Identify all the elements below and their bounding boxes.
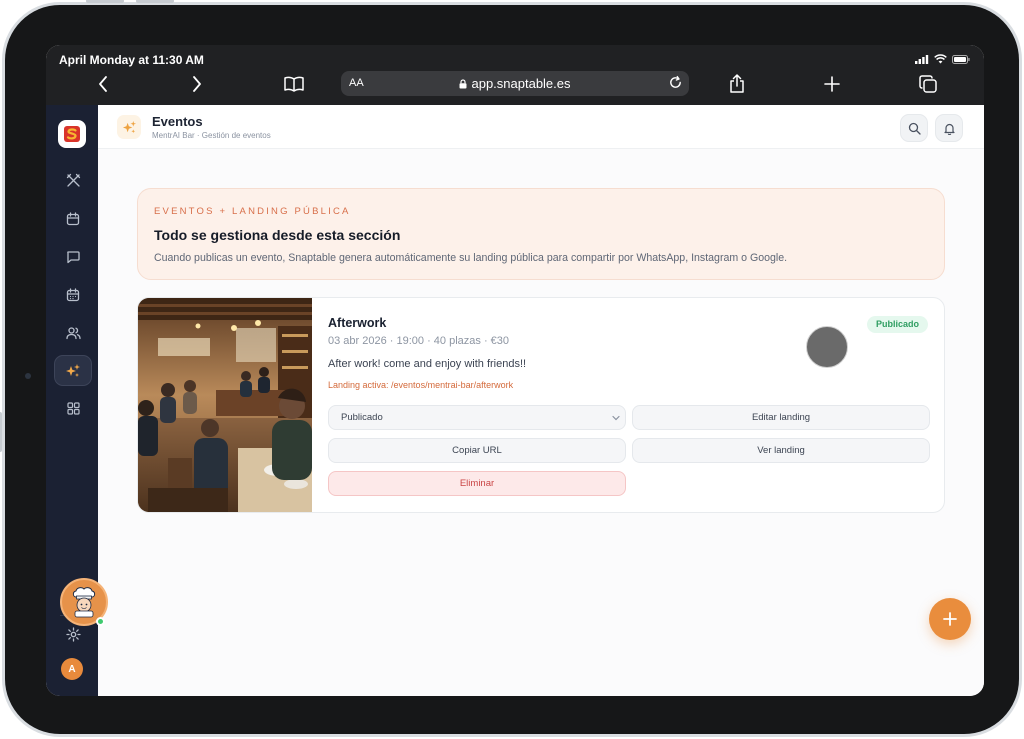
copy-url-button[interactable]: Copiar URL <box>328 438 626 463</box>
chevron-down-icon <box>612 415 620 421</box>
notifications-button[interactable] <box>935 114 963 142</box>
page-title: Eventos <box>152 114 203 129</box>
app-logo[interactable] <box>58 120 86 148</box>
edit-landing-button[interactable]: Editar landing <box>632 405 930 430</box>
url-text: app.snaptable.es <box>471 76 571 91</box>
page-header: Eventos MentrAI Bar · Gestión de eventos <box>98 105 984 149</box>
chevron-left-icon <box>99 76 107 92</box>
book-icon <box>284 76 304 92</box>
volume-button <box>136 0 174 3</box>
sidebar-item-reservations[interactable] <box>54 203 92 234</box>
user-avatar[interactable]: A <box>61 658 83 680</box>
plus-icon <box>824 76 840 92</box>
front-camera <box>25 373 31 379</box>
plus-icon <box>943 612 957 626</box>
reload-icon <box>670 75 681 88</box>
lock-icon <box>459 79 467 89</box>
event-card: Afterwork 03 abr 2026 · 19:00 · 40 plaza… <box>137 297 945 513</box>
ipad-frame: April Monday at 11:30 AM AA app.snaptabl… <box>0 0 1022 737</box>
touch-indicator <box>806 326 848 368</box>
status-select[interactable]: Publicado <box>328 405 626 430</box>
users-icon <box>65 326 81 339</box>
share-button[interactable] <box>726 69 748 99</box>
sidebar-item-messages[interactable] <box>54 241 92 272</box>
snaptable-logo-icon <box>64 126 80 142</box>
event-name: Afterwork <box>328 316 387 330</box>
sidebar-item-menu[interactable] <box>54 165 92 196</box>
tabs-icon <box>919 75 937 93</box>
sidebar-item-events[interactable] <box>54 355 92 386</box>
online-indicator <box>96 617 105 626</box>
event-description: After work! come and enjoy with friends!… <box>328 358 527 370</box>
event-meta: 03 abr 2026 · 19:00 · 40 plazas · €30 <box>328 335 510 347</box>
event-landing-path[interactable]: Landing activa: /eventos/mentrai-bar/aft… <box>328 380 513 390</box>
search-icon <box>908 122 921 135</box>
grid-icon <box>66 402 80 415</box>
volume-button <box>86 0 124 3</box>
event-photo <box>138 298 312 512</box>
chat-icon <box>67 250 80 263</box>
sparkles-icon <box>66 363 80 377</box>
status-time: April Monday at 11:30 AM <box>59 53 204 67</box>
info-banner: EVENTOS + LANDING PÚBLICA Todo se gestio… <box>137 188 945 280</box>
sidebar-item-dashboard[interactable] <box>54 393 92 424</box>
signal-icon <box>915 54 929 64</box>
bell-icon <box>943 123 955 135</box>
screen: April Monday at 11:30 AM AA app.snaptabl… <box>46 45 984 696</box>
utensils-icon <box>66 173 80 187</box>
view-landing-button[interactable]: Ver landing <box>632 438 930 463</box>
chevron-right-icon <box>193 76 201 92</box>
tabs-button[interactable] <box>916 69 940 99</box>
forward-button[interactable] <box>186 69 208 99</box>
battery-icon <box>952 54 970 64</box>
page-icon <box>117 115 141 139</box>
calendar-icon <box>66 211 80 225</box>
side-button <box>0 412 2 452</box>
status-badge: Publicado <box>866 316 928 333</box>
status-icons <box>915 54 970 64</box>
reload-button[interactable] <box>668 75 683 93</box>
sparkles-icon <box>122 120 136 133</box>
banner-eyebrow: EVENTOS + LANDING PÚBLICA <box>154 206 351 217</box>
chef-avatar-icon <box>72 587 96 618</box>
add-event-button[interactable] <box>929 598 971 640</box>
banner-heading: Todo se gestiona desde esta sección <box>154 227 401 243</box>
share-icon <box>730 74 744 93</box>
browser-toolbar: April Monday at 11:30 AM AA app.snaptabl… <box>46 45 984 105</box>
delete-button[interactable]: Eliminar <box>328 471 626 496</box>
main-content: Eventos MentrAI Bar · Gestión de eventos… <box>98 105 984 696</box>
address-bar[interactable]: AA app.snaptable.es <box>341 71 689 96</box>
wifi-icon <box>934 54 947 64</box>
banner-description: Cuando publicas un evento, Snaptable gen… <box>154 252 788 264</box>
page-subtitle: MentrAI Bar · Gestión de eventos <box>152 131 271 140</box>
gear-icon <box>65 627 81 642</box>
bookmarks-button[interactable] <box>281 69 307 99</box>
sidebar-item-schedule[interactable] <box>54 279 92 310</box>
new-tab-button[interactable] <box>821 69 843 99</box>
url-display: app.snaptable.es <box>341 76 689 91</box>
calendar-grid-icon <box>66 287 80 301</box>
back-button[interactable] <box>92 69 114 99</box>
sidebar-item-customers[interactable] <box>54 317 92 348</box>
search-button[interactable] <box>900 114 928 142</box>
status-select-value: Publicado <box>341 412 383 423</box>
